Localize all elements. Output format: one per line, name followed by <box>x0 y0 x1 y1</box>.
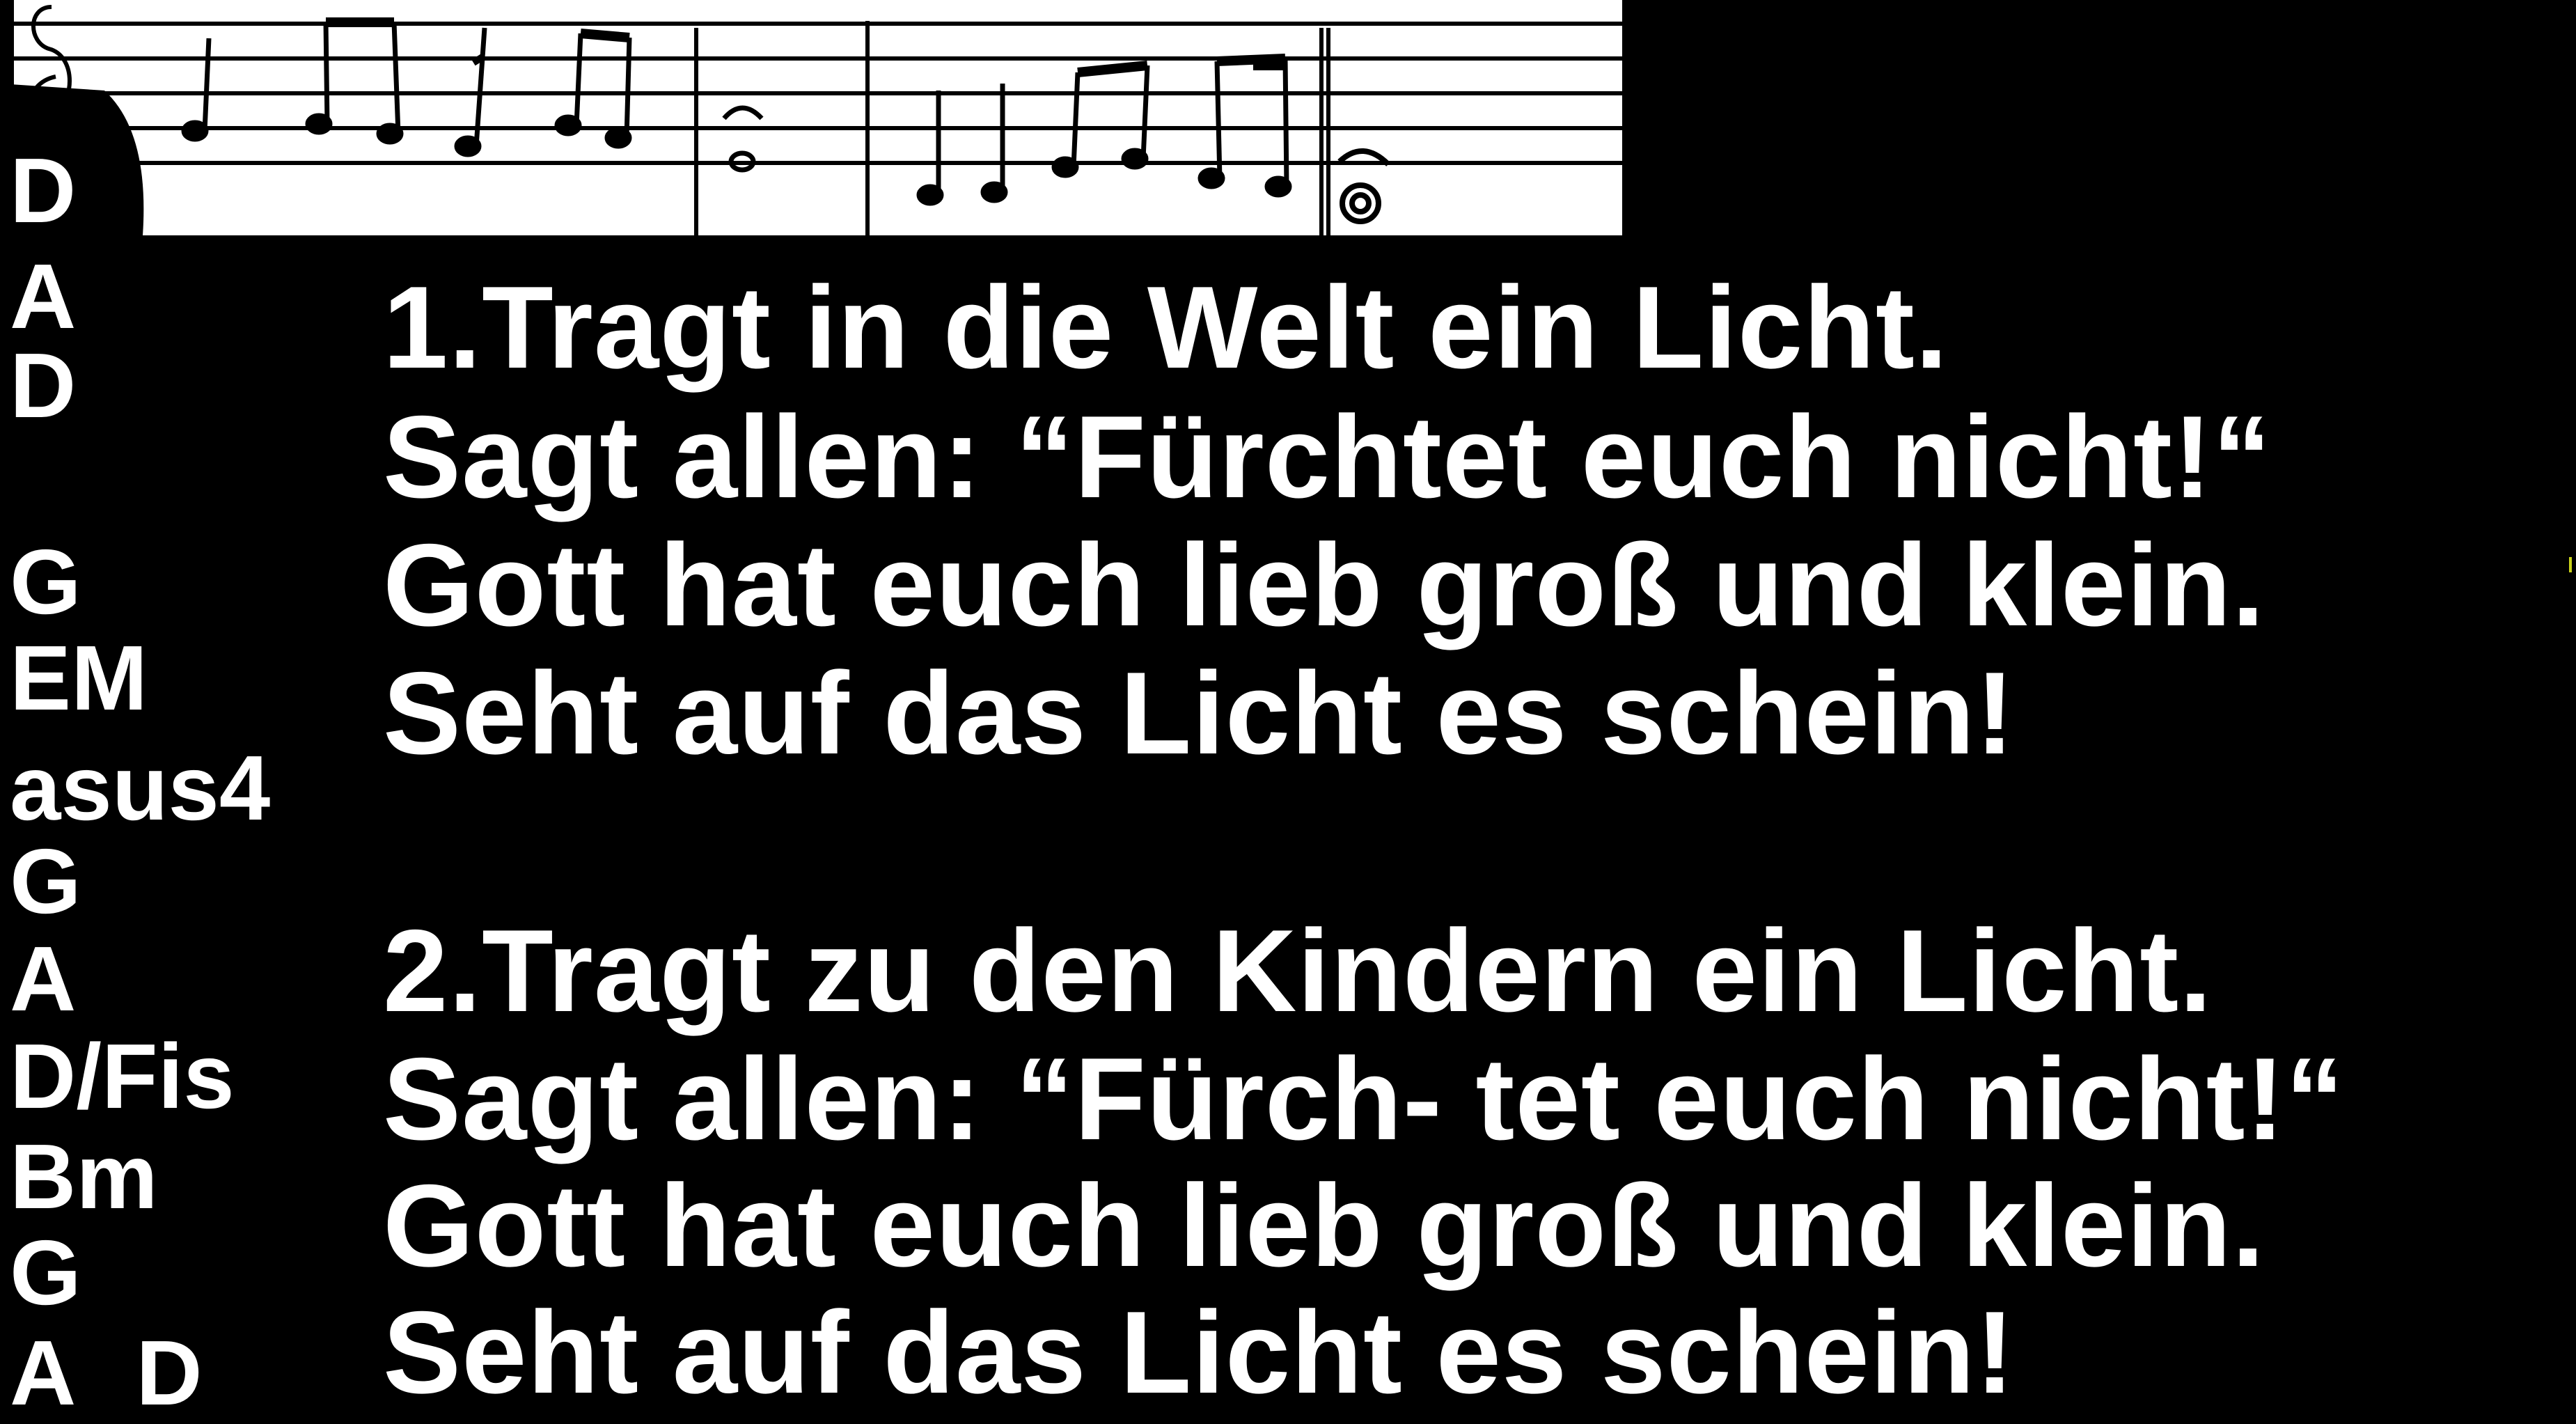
chord-label: D <box>10 145 76 237</box>
verse1-line: Sagt allen: “Fürchtet euch nicht!“ <box>383 391 2272 522</box>
verse2-line: Gott hat euch lieb groß und klein. <box>383 1160 2265 1291</box>
chord-label: G <box>10 1227 81 1319</box>
chord-symbol: EM <box>10 627 148 729</box>
chord-symbol: asus4 <box>10 737 271 839</box>
chord-symbol: G <box>10 830 81 932</box>
edge-mark <box>2569 557 2572 572</box>
verse1-line: Seht auf das Licht es schein! <box>383 648 2016 778</box>
verse2-line: 2.Tragt zu den Kindern ein Licht. <box>383 905 2213 1036</box>
chord-label: EM <box>10 632 148 724</box>
sheet-music-image <box>0 0 1622 235</box>
chord-symbol: Bm <box>10 1125 158 1228</box>
chord-label: A <box>10 251 76 343</box>
verse2-line: Sagt allen: “Fürch- tet euch nicht!“ <box>383 1033 2345 1164</box>
chord-label: G <box>10 836 81 928</box>
verse1-line: 1.Tragt in die Welt ein Licht. <box>383 262 1949 393</box>
chord-label: Bm <box>10 1131 158 1223</box>
chord-symbol: G <box>10 1221 81 1324</box>
chord-symbol: D <box>10 139 77 242</box>
chord-symbol: A <box>10 245 77 347</box>
chord-label: D/Fis <box>10 1031 235 1122</box>
verse1-line: Gott hat euch lieb groß und klein. <box>383 519 2265 650</box>
chord-symbol: G <box>10 531 81 633</box>
chord-symbol: A <box>10 928 77 1030</box>
chord-symbol: D <box>10 334 77 437</box>
chord-label: A <box>10 933 76 1025</box>
chord-symbol: A <box>10 1322 77 1424</box>
chord-symbol: D <box>136 1322 203 1424</box>
chord-symbol: D/Fis <box>10 1025 235 1127</box>
verse2-line: Seht auf das Licht es schein! <box>383 1287 2016 1418</box>
chord-label: D <box>10 340 76 432</box>
chord-label: AD <box>10 1327 203 1419</box>
chord-label: asus4 <box>10 742 270 834</box>
chord-label: G <box>10 536 81 628</box>
